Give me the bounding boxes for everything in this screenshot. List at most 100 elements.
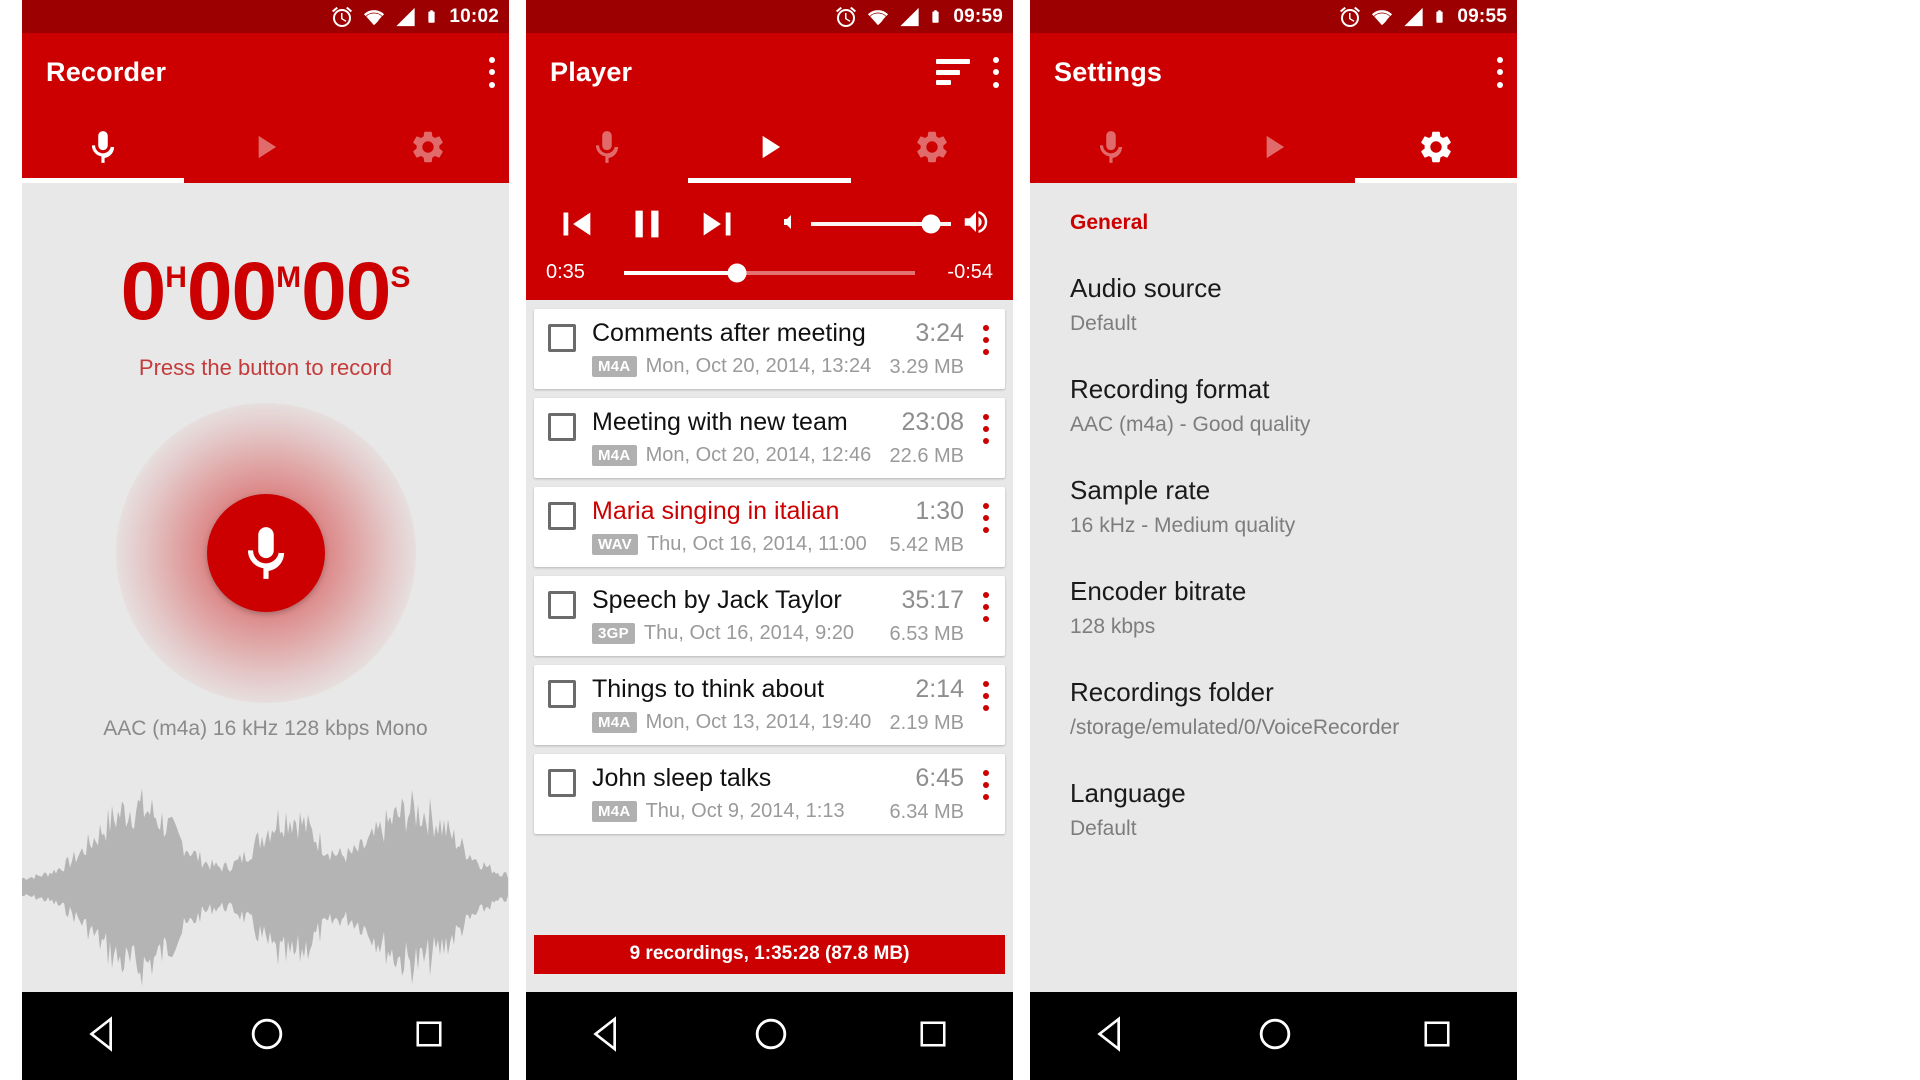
- setting-value: Default: [1070, 817, 1137, 840]
- tab-play[interactable]: [688, 111, 851, 183]
- settings-list[interactable]: General Audio source Default Recording form…: [1030, 183, 1517, 992]
- recording-list-item[interactable]: Maria singing in italian WAV Thu, Oct 16, …: [534, 487, 1005, 567]
- tab-settings[interactable]: [1354, 111, 1517, 183]
- recording-checkbox[interactable]: [548, 324, 576, 352]
- wifi-icon: [1369, 6, 1395, 28]
- recording-list-item[interactable]: Things to think about M4A Mon, Oct 13, 201…: [534, 665, 1005, 745]
- tab-indicator: [688, 178, 851, 183]
- recording-format-badge: M4A: [592, 712, 637, 733]
- recorder-body: 0H00M00S Press the button to record AAC (m…: [22, 183, 509, 992]
- recents-icon[interactable]: [915, 1016, 951, 1057]
- back-icon[interactable]: [1092, 1014, 1132, 1059]
- sort-button[interactable]: [936, 59, 970, 85]
- tab-settings[interactable]: [347, 111, 509, 183]
- recording-format-badge: M4A: [592, 801, 637, 822]
- status-clock: 09:59: [953, 5, 1003, 27]
- tab-record[interactable]: [526, 111, 688, 183]
- setting-title: Audio source: [1070, 273, 1222, 303]
- recording-format-info: AAC (m4a) 16 kHz 128 kbps Mono: [103, 717, 428, 740]
- recording-list-item[interactable]: Comments after meeting M4A Mon, Oct 20, 20…: [534, 309, 1005, 389]
- setting-item[interactable]: Audio source Default: [1070, 235, 1477, 336]
- signal-icon: [898, 6, 921, 28]
- recording-timer: 0H00M00S: [22, 245, 509, 339]
- recording-list-item[interactable]: Speech by Jack Taylor 3GP Thu, Oct 16, 201…: [534, 576, 1005, 656]
- recents-icon[interactable]: [411, 1016, 447, 1057]
- recording-size: 6.34 MB: [889, 801, 964, 823]
- record-hint: Press the button to record: [138, 355, 393, 380]
- home-icon[interactable]: [247, 1014, 287, 1059]
- remaining-time: -0:54: [947, 261, 993, 283]
- setting-value: /storage/emulated/0/VoiceRecorder: [1070, 716, 1400, 739]
- recording-duration: 1:30: [915, 497, 964, 525]
- overflow-menu-button[interactable]: [992, 56, 999, 88]
- tab-record[interactable]: [22, 111, 185, 183]
- recording-format-badge: M4A: [592, 445, 637, 466]
- app-bar: Settings: [1030, 33, 1517, 183]
- android-navigation-bar: [1030, 992, 1517, 1080]
- play-icon: [750, 128, 788, 166]
- recording-overflow-button[interactable]: [982, 681, 989, 711]
- home-icon[interactable]: [751, 1014, 791, 1059]
- status-bar: 10:02: [22, 0, 509, 33]
- waveform-visualizer: [22, 782, 509, 992]
- tab-play[interactable]: [1192, 111, 1354, 183]
- volume-slider[interactable]: [777, 207, 995, 242]
- setting-item[interactable]: Language Default: [1070, 740, 1477, 841]
- recording-checkbox[interactable]: [548, 769, 576, 797]
- recording-title: Things to think about: [592, 675, 825, 703]
- screen-recorder: 10:02 Recorder 0H00M00S Press the button to…: [22, 0, 509, 1080]
- setting-value: AAC (m4a) - Good quality: [1070, 413, 1311, 436]
- setting-title: Encoder bitrate: [1070, 576, 1247, 606]
- back-icon[interactable]: [84, 1014, 124, 1059]
- recording-overflow-button[interactable]: [982, 414, 989, 444]
- setting-title: Recordings folder: [1070, 677, 1274, 707]
- page-title: Settings: [1054, 56, 1163, 87]
- recording-size: 3.29 MB: [889, 356, 964, 378]
- setting-item[interactable]: Encoder bitrate 128 kbps: [1070, 538, 1477, 639]
- recording-checkbox[interactable]: [548, 413, 576, 441]
- recording-date: Thu, Oct 16, 2014, 11:00: [646, 533, 867, 555]
- play-icon: [1254, 128, 1292, 166]
- record-button[interactable]: [206, 494, 325, 612]
- next-button[interactable]: [696, 201, 742, 247]
- recording-overflow-button[interactable]: [982, 592, 989, 622]
- recording-list-item[interactable]: Meeting with new team M4A Mon, Oct 20, 201…: [534, 398, 1005, 478]
- recording-format-badge: M4A: [592, 356, 637, 377]
- setting-item[interactable]: Sample rate 16 kHz - Medium quality: [1070, 437, 1477, 538]
- recording-title: John sleep talks: [592, 764, 772, 792]
- app-bar: Player: [526, 33, 1013, 183]
- alarm-icon: [1338, 5, 1362, 29]
- player-controls: 0:35 -0:54: [526, 183, 1013, 300]
- recording-checkbox[interactable]: [548, 591, 576, 619]
- tab-indicator: [1354, 178, 1517, 183]
- recording-title: Maria singing in italian: [592, 497, 840, 525]
- volume-low-icon: [777, 210, 801, 239]
- setting-item[interactable]: Recordings folder/storage/emulated/0/Voi…: [1070, 639, 1477, 740]
- back-icon[interactable]: [588, 1014, 628, 1059]
- recording-list-item[interactable]: John sleep talks M4A Thu, Oct 9, 2014, 1:1…: [534, 754, 1005, 834]
- recording-checkbox[interactable]: [548, 502, 576, 530]
- setting-item[interactable]: Recording format AAC (m4a) - Good quality: [1070, 336, 1477, 437]
- recents-icon[interactable]: [1419, 1016, 1455, 1057]
- settings-section-header: General: [1070, 211, 1149, 234]
- gear-icon: [409, 128, 447, 166]
- home-icon[interactable]: [1255, 1014, 1295, 1059]
- tab-settings[interactable]: [851, 111, 1013, 183]
- recording-overflow-button[interactable]: [982, 325, 989, 355]
- previous-button[interactable]: [552, 201, 598, 247]
- recording-duration: 3:24: [915, 319, 964, 347]
- recording-title: Speech by Jack Taylor: [592, 586, 842, 614]
- overflow-menu-button[interactable]: [1496, 56, 1503, 88]
- signal-icon: [1402, 6, 1425, 28]
- overflow-menu-button[interactable]: [488, 56, 495, 88]
- recording-overflow-button[interactable]: [982, 503, 989, 533]
- tab-play[interactable]: [184, 111, 346, 183]
- recording-date: Thu, Oct 9, 2014, 1:13: [645, 800, 845, 822]
- volume-high-icon[interactable]: [961, 207, 991, 242]
- pause-button[interactable]: [624, 201, 670, 247]
- tab-record[interactable]: [1030, 111, 1192, 183]
- recordings-list[interactable]: Comments after meeting M4A Mon, Oct 20, 20…: [526, 300, 1013, 974]
- recording-overflow-button[interactable]: [982, 770, 989, 800]
- recording-checkbox[interactable]: [548, 680, 576, 708]
- seek-bar[interactable]: [624, 263, 915, 282]
